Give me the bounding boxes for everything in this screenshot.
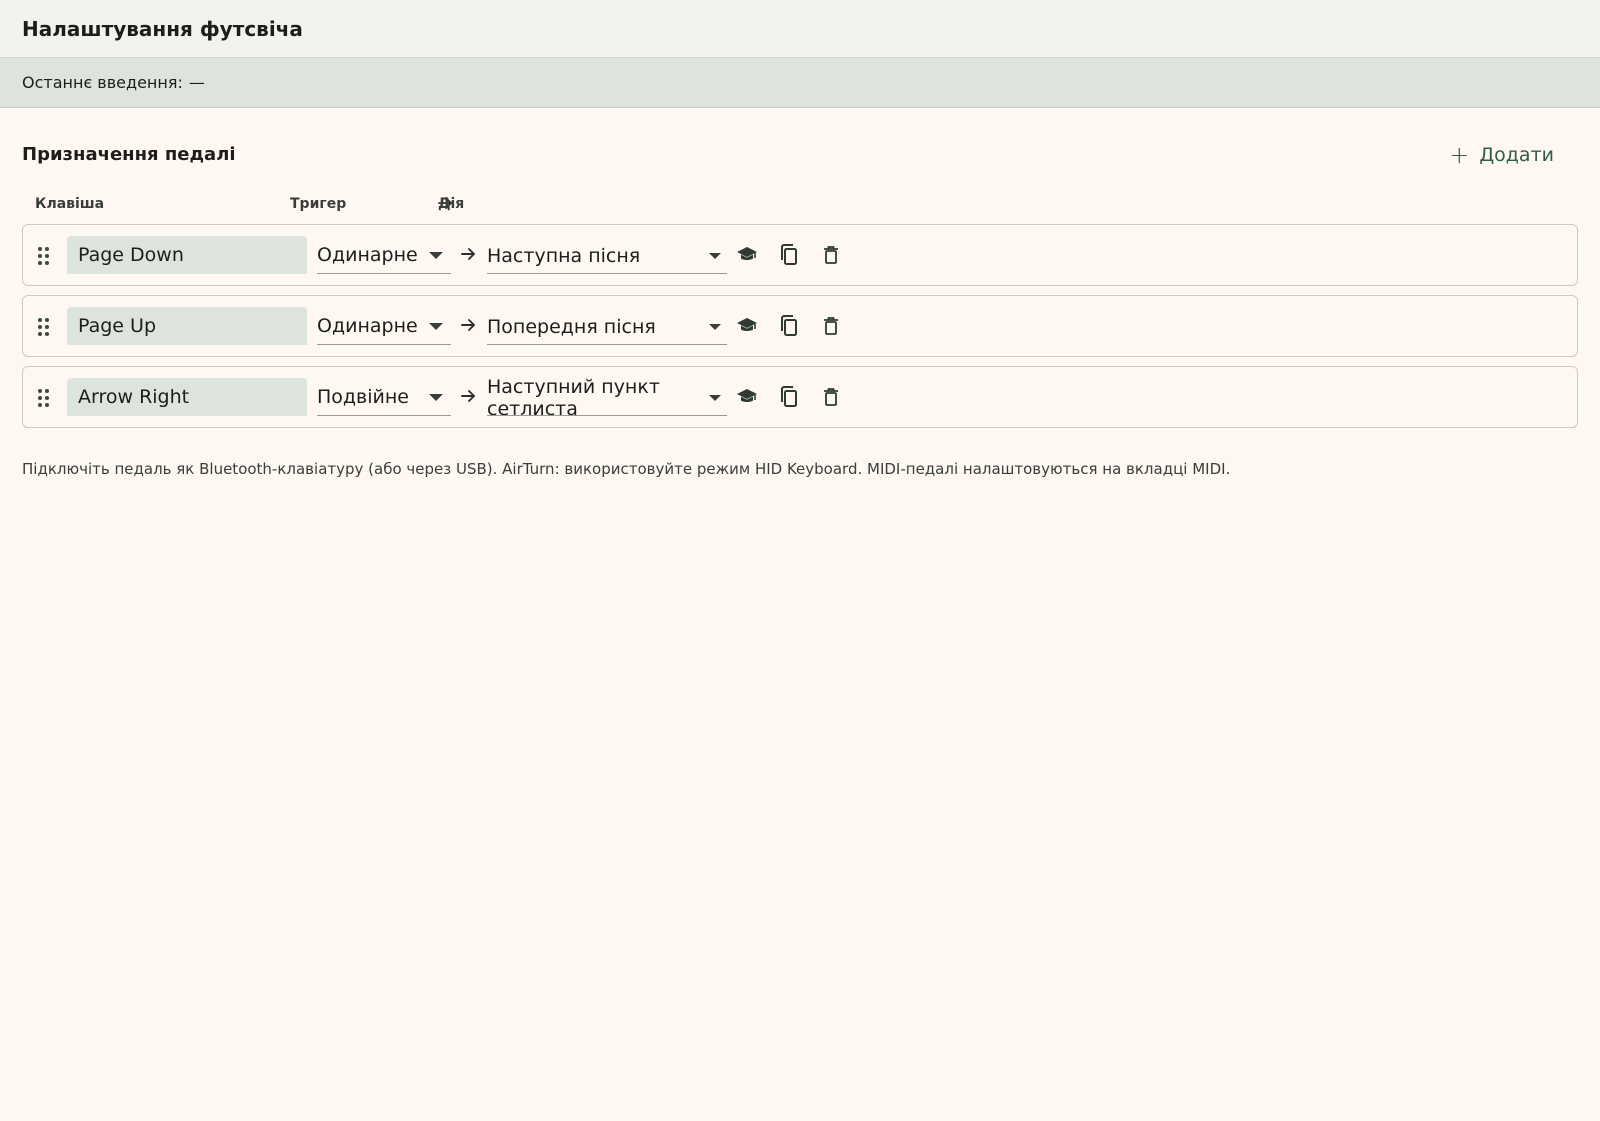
duplicate-button[interactable] <box>776 313 802 339</box>
chevron-down-icon <box>709 395 721 401</box>
delete-button[interactable] <box>818 384 844 410</box>
school-icon <box>737 318 757 331</box>
delete-button[interactable] <box>818 313 844 339</box>
last-input-status: Останнє введення: — <box>0 58 1600 108</box>
duplicate-button[interactable] <box>776 242 802 268</box>
mapping-row: Page Down Одинарне Наступна пісня <box>22 224 1578 286</box>
plus-icon: + <box>1449 141 1470 169</box>
column-header-action-label: Дія <box>438 196 465 212</box>
key-field-value: Page Up <box>78 315 157 337</box>
delete-button[interactable] <box>818 242 844 268</box>
arrow-right-icon <box>461 248 475 260</box>
copy-icon <box>781 244 797 265</box>
section-title: Призначення педалі <box>22 144 236 165</box>
school-icon <box>737 247 757 260</box>
delete-icon <box>824 317 838 335</box>
mapping-row: Arrow Right Подвійне Наступний пункт сет… <box>22 366 1578 428</box>
learn-key-button[interactable] <box>734 384 760 410</box>
delete-icon <box>824 388 838 406</box>
chevron-down-icon <box>429 394 443 401</box>
chevron-down-icon <box>709 253 721 259</box>
action-select-value: Попередня пісня <box>487 316 656 338</box>
copy-icon <box>781 386 797 407</box>
key-field-value: Page Down <box>78 244 184 266</box>
chevron-down-icon <box>429 323 443 330</box>
learn-key-button[interactable] <box>734 242 760 268</box>
action-select[interactable]: Наступна пісня <box>487 236 727 274</box>
key-field[interactable]: Page Down <box>67 236 307 274</box>
learn-key-button[interactable] <box>734 313 760 339</box>
delete-icon <box>824 246 838 264</box>
drag-handle-icon[interactable] <box>38 389 52 407</box>
page-title: Налаштування футсвіча <box>22 16 303 41</box>
school-icon <box>737 389 757 402</box>
column-headers: Клавіша Тригер Дія <box>22 196 1578 216</box>
arrow-right-icon <box>461 319 475 331</box>
help-text: Підключіть педаль як Bluetooth-клавіатур… <box>22 460 1231 478</box>
mapping-row: Page Up Одинарне Попередня пісня <box>22 295 1578 357</box>
add-mapping-button[interactable]: + Додати <box>1441 139 1562 171</box>
column-header-key: Клавіша <box>35 196 105 212</box>
column-header-action: Дія <box>438 196 464 212</box>
chevron-down-icon <box>429 252 443 259</box>
last-input-value: — <box>188 73 205 92</box>
trigger-select[interactable]: Подвійне <box>317 378 451 416</box>
drag-handle-icon[interactable] <box>38 247 52 265</box>
action-select[interactable]: Попередня пісня <box>487 307 727 345</box>
trigger-select-value: Одинарне <box>317 243 418 266</box>
action-select-value: Наступна пісня <box>487 245 641 267</box>
column-header-trigger: Тригер <box>290 196 347 212</box>
copy-icon <box>781 315 797 336</box>
key-field-value: Arrow Right <box>78 386 190 408</box>
trigger-select[interactable]: Одинарне <box>317 236 451 274</box>
drag-handle-icon[interactable] <box>38 318 52 336</box>
add-mapping-label: Додати <box>1479 144 1554 166</box>
last-input-label: Останнє введення: <box>22 73 183 92</box>
trigger-select-value: Подвійне <box>317 385 409 408</box>
trigger-select[interactable]: Одинарне <box>317 307 451 345</box>
duplicate-button[interactable] <box>776 384 802 410</box>
action-select[interactable]: Наступний пункт сетлиста <box>487 378 727 416</box>
key-field[interactable]: Page Up <box>67 307 307 345</box>
app-header: Налаштування футсвіча <box>0 0 1600 58</box>
trigger-select-value: Одинарне <box>317 314 418 337</box>
key-field[interactable]: Arrow Right <box>67 378 307 416</box>
chevron-down-icon <box>709 324 721 330</box>
action-select-value: Наступний пункт сетлиста <box>487 378 660 416</box>
arrow-right-icon <box>461 390 475 402</box>
mapping-list: Page Down Одинарне Наступна пісня Page U… <box>22 224 1578 437</box>
